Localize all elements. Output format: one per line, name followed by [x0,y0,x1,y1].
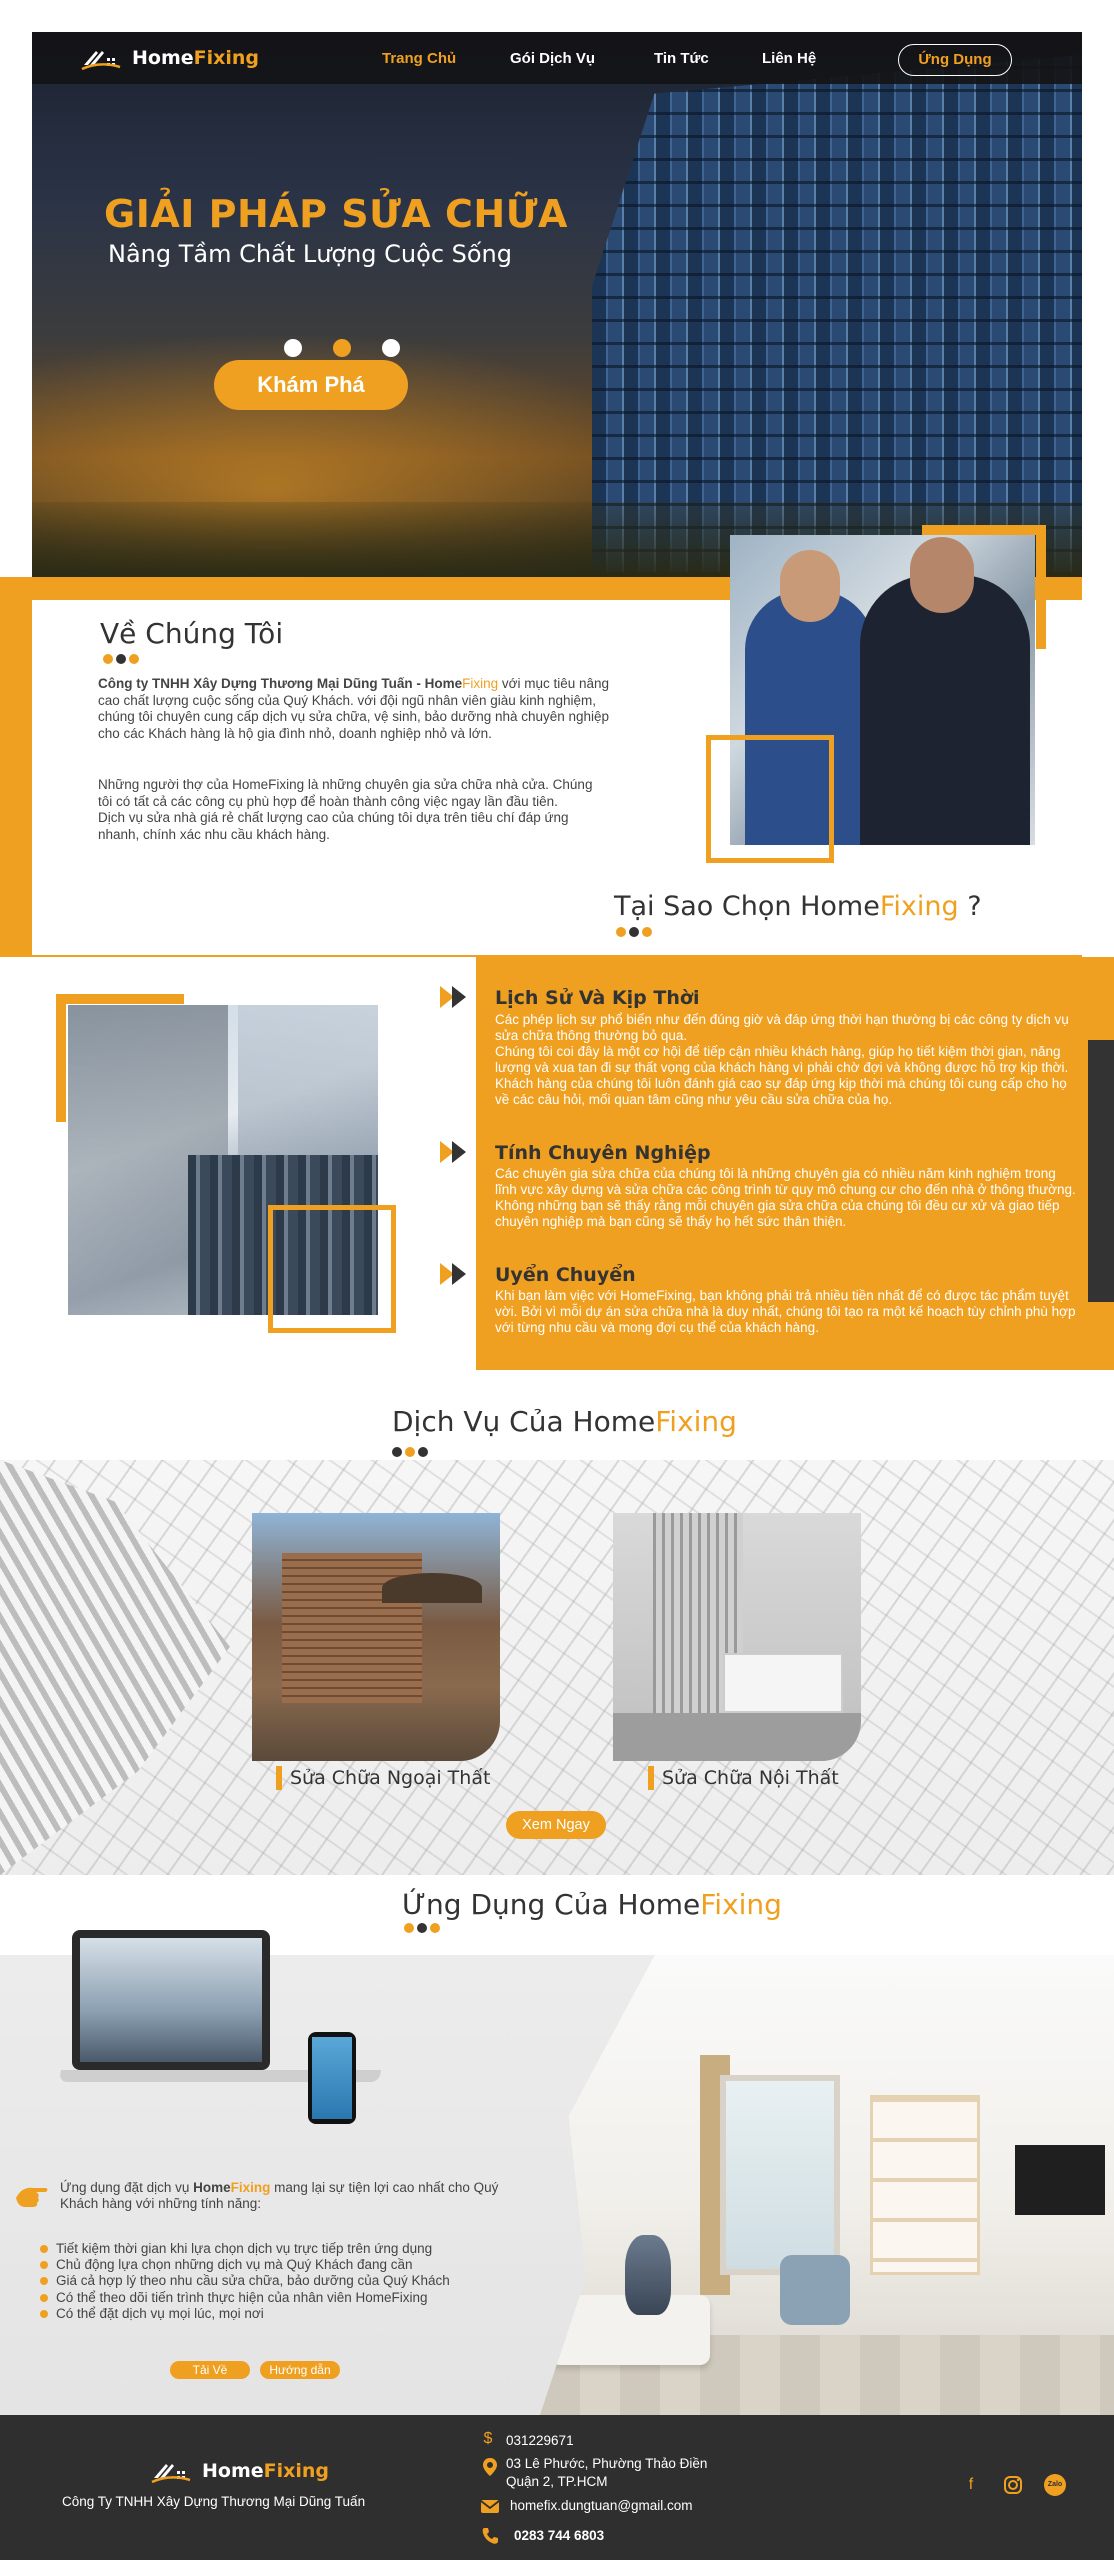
why-dark-strip [1088,1040,1114,1302]
slider-dot-3[interactable] [382,339,400,357]
about-frame-bottom [706,735,834,863]
zalo-icon[interactable]: Zalo [1044,2474,1066,2496]
why-heading-3: Uyển Chuyển [495,1264,636,1286]
footer-logo-text: HomeFixing [202,2460,330,2482]
instagram-icon[interactable] [1002,2474,1024,2496]
nav-item-home[interactable]: Trang Chủ [382,50,456,67]
footer-tax-code: 031229671 [506,2433,574,2448]
bullet-icon [40,2260,48,2269]
why-heading-1: Lịch Sử Và Kịp Thời [495,987,700,1009]
why-title-dots [616,927,652,937]
bullet-icon [40,2293,48,2302]
footer-address-line1: 03 Lê Phước, Phường Thảo Điền [506,2456,708,2471]
about-title-dots [103,654,139,664]
mail-icon [480,2500,500,2513]
why-text-3: Khi bạn làm việc với HomeFixing, bạn khô… [495,1288,1076,1335]
footer-address-line2: Quận 2, TP.HCM [506,2474,608,2489]
double-arrow-icon [440,1141,466,1163]
bullet-icon [40,2276,48,2285]
app-button[interactable]: Ứng Dụng [898,44,1012,76]
logo-text: HomeFixing [132,47,260,69]
top-navbar: HomeFixing Trang Chủ Gói Dịch Vụ Tin Tức… [32,32,1082,84]
smartphone-image [308,2032,356,2124]
service-label-bar [276,1766,282,1790]
double-arrow-icon [440,986,466,1008]
why-text-1: Các phép lịch sự phổ biến như đến đúng g… [495,1012,1069,1107]
footer-company-name: Công Ty TNHH Xây Dựng Thương Mại Dũng Tu… [62,2494,366,2509]
laptop-image [72,1930,270,2070]
feature-item: Chủ động lựa chọn những dịch vụ mà Quý K… [40,2257,413,2272]
feature-item: Giá cả hợp lý theo nhu cầu sửa chữa, bảo… [40,2273,450,2288]
footer-phone[interactable]: 0283 744 6803 [514,2528,604,2543]
why-text-2: Các chuyên gia sửa chữa của chúng tôi là… [495,1166,1076,1229]
feature-item: Tiết kiệm thời gian khi lựa chọn dịch vụ… [40,2241,432,2256]
dollar-icon: $ [483,2430,493,2447]
logo-roof-icon [81,51,121,71]
double-arrow-icon [440,1263,466,1285]
footer-logo[interactable]: HomeFixing [150,2458,329,2484]
feature-item: Có thể theo dõi tiến trình thực hiện của… [40,2290,428,2305]
view-now-button[interactable]: Xem Ngay [506,1811,606,1839]
bullet-icon [40,2309,48,2318]
why-heading-2: Tính Chuyên Nghiệp [495,1142,711,1164]
guide-button[interactable]: Hướng dẫn [260,2361,340,2379]
hero-banner [32,32,1082,577]
hero-title: GIẢI PHÁP SỬA CHỮA [104,192,568,236]
about-paragraph-1: Công ty TNHH Xây Dựng Thương Mại Dũng Tu… [98,676,610,741]
why-frame-bottom [268,1205,396,1333]
explore-button[interactable]: Khám Phá [214,360,408,410]
slider-dot-1[interactable] [284,339,302,357]
app-title-dots [404,1923,440,1933]
nav-item-contact[interactable]: Liên Hệ [762,50,816,67]
footer-email[interactable]: homefix.dungtuan@gmail.com [510,2498,693,2513]
service-label-bar [648,1766,654,1790]
about-title: Về Chúng Tôi [100,617,284,650]
services-title: Dịch Vụ Của HomeFixing [392,1405,737,1438]
location-pin-icon [483,2458,497,2476]
pointing-hand-icon [16,2187,48,2207]
download-button[interactable]: Tải Về [170,2361,250,2379]
nav-item-packages[interactable]: Gói Dịch Vụ [510,50,595,67]
living-room-image [540,1955,1114,2415]
hero-subtitle: Nâng Tầm Chất Lượng Cuộc Sống [108,240,513,268]
service-card-interior[interactable] [613,1513,861,1761]
service-label-interior[interactable]: Sửa Chữa Nội Thất [662,1767,839,1789]
hero-building-floors [592,52,1082,572]
slider-dot-2-active[interactable] [333,339,351,357]
header-logo[interactable]: HomeFixing [80,45,259,71]
service-card-exterior[interactable] [252,1513,500,1761]
bullet-icon [40,2244,48,2253]
why-title: Tại Sao Chọn HomeFixing ? [614,891,982,922]
phone-icon [482,2528,498,2544]
about-paragraph-2: Những người thợ của HomeFixing là những … [98,777,593,842]
logo-roof-icon [151,2464,191,2484]
feature-item: Có thể đặt dịch vụ mọi lúc, mọi nơi [40,2306,264,2321]
services-title-dots [392,1447,428,1457]
app-title: Ứng Dụng Của HomeFixing [402,1888,782,1921]
facebook-icon[interactable]: f [960,2474,982,2496]
service-label-exterior[interactable]: Sửa Chữa Ngoại Thất [290,1767,490,1789]
app-intro-text: Ứng dụng đặt dịch vụ HomeFixing mang lại… [60,2180,499,2211]
nav-item-news[interactable]: Tin Tức [654,50,709,67]
